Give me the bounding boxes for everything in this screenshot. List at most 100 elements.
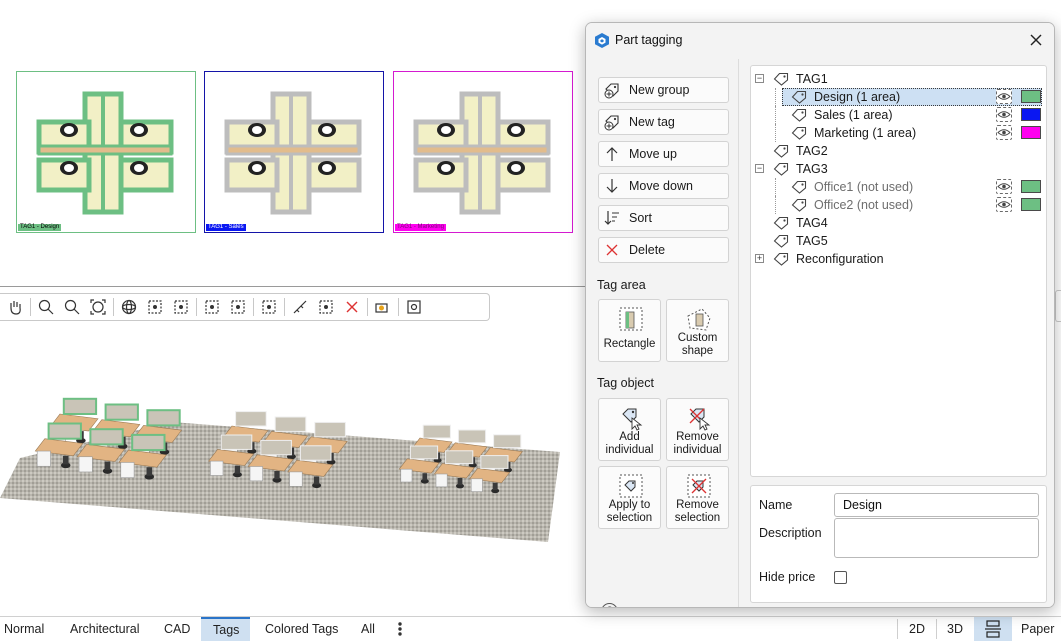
visibility-icon[interactable] <box>996 179 1012 194</box>
view-toolbar <box>0 293 490 321</box>
tree-item-label: TAG1 <box>796 72 828 86</box>
zoom-in-icon <box>38 299 54 315</box>
tag-icon <box>773 234 789 248</box>
mode-paper-button[interactable]: Paper <box>1021 617 1054 641</box>
rectangle-area-button[interactable]: Rectangle <box>598 299 661 362</box>
tag-color-swatch[interactable] <box>1021 180 1041 193</box>
collapse-icon[interactable]: − <box>755 74 764 83</box>
new-group-button[interactable]: New group <box>598 77 729 103</box>
select-list-tool-button[interactable] <box>225 295 251 319</box>
tab-normal[interactable]: Normal <box>0 617 48 641</box>
remove-individual-button[interactable]: Remove individual <box>666 398 729 461</box>
visibility-icon[interactable] <box>996 125 1012 140</box>
mode-2d-button[interactable]: 2D <box>909 617 925 641</box>
tree-connector <box>775 124 776 142</box>
app-logo-icon <box>595 33 609 48</box>
visibility-icon[interactable] <box>996 89 1012 104</box>
zoom-in-tool-button[interactable] <box>33 295 59 319</box>
tag-properties-panel: Name Design Description Hide price <box>750 485 1047 603</box>
new-tag-button[interactable]: New tag <box>598 109 729 135</box>
tree-connector <box>775 106 776 124</box>
3d-viewport[interactable] <box>0 330 600 610</box>
delete-x-icon <box>599 238 625 262</box>
apply-to-selection-button[interactable]: Apply to selection <box>598 466 661 529</box>
tab-all[interactable]: All <box>357 617 379 641</box>
tree-tag-row[interactable]: Marketing (1 area) <box>751 124 1046 142</box>
tag-color-swatch[interactable] <box>1021 108 1041 121</box>
tag-color-swatch[interactable] <box>1021 126 1041 139</box>
tag-icon <box>791 90 807 104</box>
custom-shape-button[interactable]: Custom shape <box>666 299 729 362</box>
remove-selection-button[interactable]: Remove selection <box>666 466 729 529</box>
measure-tool-button[interactable] <box>287 295 313 319</box>
tree-group-row[interactable]: TAG5 <box>751 232 1046 250</box>
orbit-tool-button[interactable] <box>116 295 142 319</box>
tree-tag-row[interactable]: Office2 (not used) <box>751 196 1046 214</box>
tab-colored-tags[interactable]: Colored Tags <box>261 617 342 641</box>
dialog-titlebar[interactable]: Part tagging <box>586 23 1054 57</box>
name-label: Name <box>759 498 793 512</box>
delete-button[interactable]: Delete <box>598 237 729 263</box>
tag-color-swatch[interactable] <box>1021 198 1041 211</box>
tree-group-row[interactable]: − TAG3 <box>751 160 1046 178</box>
tree-item-label: Reconfiguration <box>796 252 884 266</box>
side-panel-handle[interactable] <box>1055 290 1061 322</box>
thumbnail-sales[interactable]: TAG1 - Sales <box>204 71 384 233</box>
target-tool-button[interactable] <box>401 295 427 319</box>
zoom-object-tool-button[interactable] <box>168 295 194 319</box>
dimension-tool-button[interactable] <box>256 295 282 319</box>
tree-item-label: TAG2 <box>796 144 828 158</box>
camera-tool-button[interactable] <box>370 295 396 319</box>
thumbnail-marketing[interactable]: TAG1 - Marketing <box>393 71 573 233</box>
move-up-button[interactable]: Move up <box>598 141 729 167</box>
zoom-object-icon <box>174 300 188 314</box>
tab-architectural[interactable]: Architectural <box>66 617 143 641</box>
tag-tree[interactable]: − TAG1 Design (1 area) Sales (1 area) Market… <box>750 65 1047 477</box>
close-icon[interactable] <box>1028 32 1044 48</box>
copy-tool-button[interactable] <box>313 295 339 319</box>
new-group-label: New group <box>629 83 690 97</box>
camera-icon <box>375 303 388 313</box>
tab-cad[interactable]: CAD <box>160 617 194 641</box>
tree-tag-row[interactable]: Office1 (not used) <box>751 178 1046 196</box>
tree-item-label: Office1 (not used) <box>814 180 914 194</box>
view-splitter[interactable] <box>0 286 600 287</box>
remove-selection-icon <box>687 474 711 498</box>
hand-tool-button[interactable] <box>2 295 28 319</box>
sort-button[interactable]: Sort <box>598 205 729 231</box>
thumbnail-design[interactable]: TAG1 - Design <box>16 71 196 233</box>
tree-group-row[interactable]: − TAG1 <box>751 70 1046 88</box>
tree-tag-row[interactable]: Design (1 area) <box>751 88 1046 106</box>
zoom-extents-icon <box>148 300 162 314</box>
collapse-icon[interactable]: − <box>755 164 764 173</box>
mode-separator <box>897 619 898 639</box>
zoom-extents-tool-button[interactable] <box>142 295 168 319</box>
mode-3d-button[interactable]: 3D <box>947 617 963 641</box>
tag-color-swatch[interactable] <box>1021 90 1041 103</box>
description-label: Description <box>759 526 822 540</box>
zoom-out-tool-button[interactable] <box>59 295 85 319</box>
expand-icon[interactable]: + <box>755 254 764 263</box>
tab-tags[interactable]: Tags <box>201 617 250 641</box>
visibility-icon[interactable] <box>996 107 1012 122</box>
delete-tool-button[interactable] <box>339 295 365 319</box>
tree-item-label: Marketing (1 area) <box>814 126 917 140</box>
help-button[interactable]: ? <box>601 603 618 607</box>
visibility-icon[interactable] <box>996 197 1012 212</box>
add-individual-label-1: Add <box>619 431 640 443</box>
add-individual-button[interactable]: Add individual <box>598 398 661 461</box>
tree-group-row[interactable]: TAG4 <box>751 214 1046 232</box>
split-view-button[interactable] <box>974 617 1012 641</box>
tree-tag-row[interactable]: Sales (1 area) <box>751 106 1046 124</box>
description-input[interactable] <box>834 518 1039 558</box>
bottom-bar: Normal Architectural CAD Tags Colored Ta… <box>0 616 1061 641</box>
name-input[interactable]: Design <box>834 493 1039 517</box>
move-down-button[interactable]: Move down <box>598 173 729 199</box>
hide-price-checkbox[interactable] <box>834 571 847 584</box>
select-zoom-tool-button[interactable] <box>199 295 225 319</box>
more-tabs-icon[interactable] <box>392 619 408 639</box>
tree-group-row[interactable]: + Reconfiguration <box>751 250 1046 268</box>
zoom-fit-tool-button[interactable] <box>85 295 111 319</box>
tree-group-row[interactable]: TAG2 <box>751 142 1046 160</box>
apply-selection-label-2: selection <box>606 512 653 524</box>
